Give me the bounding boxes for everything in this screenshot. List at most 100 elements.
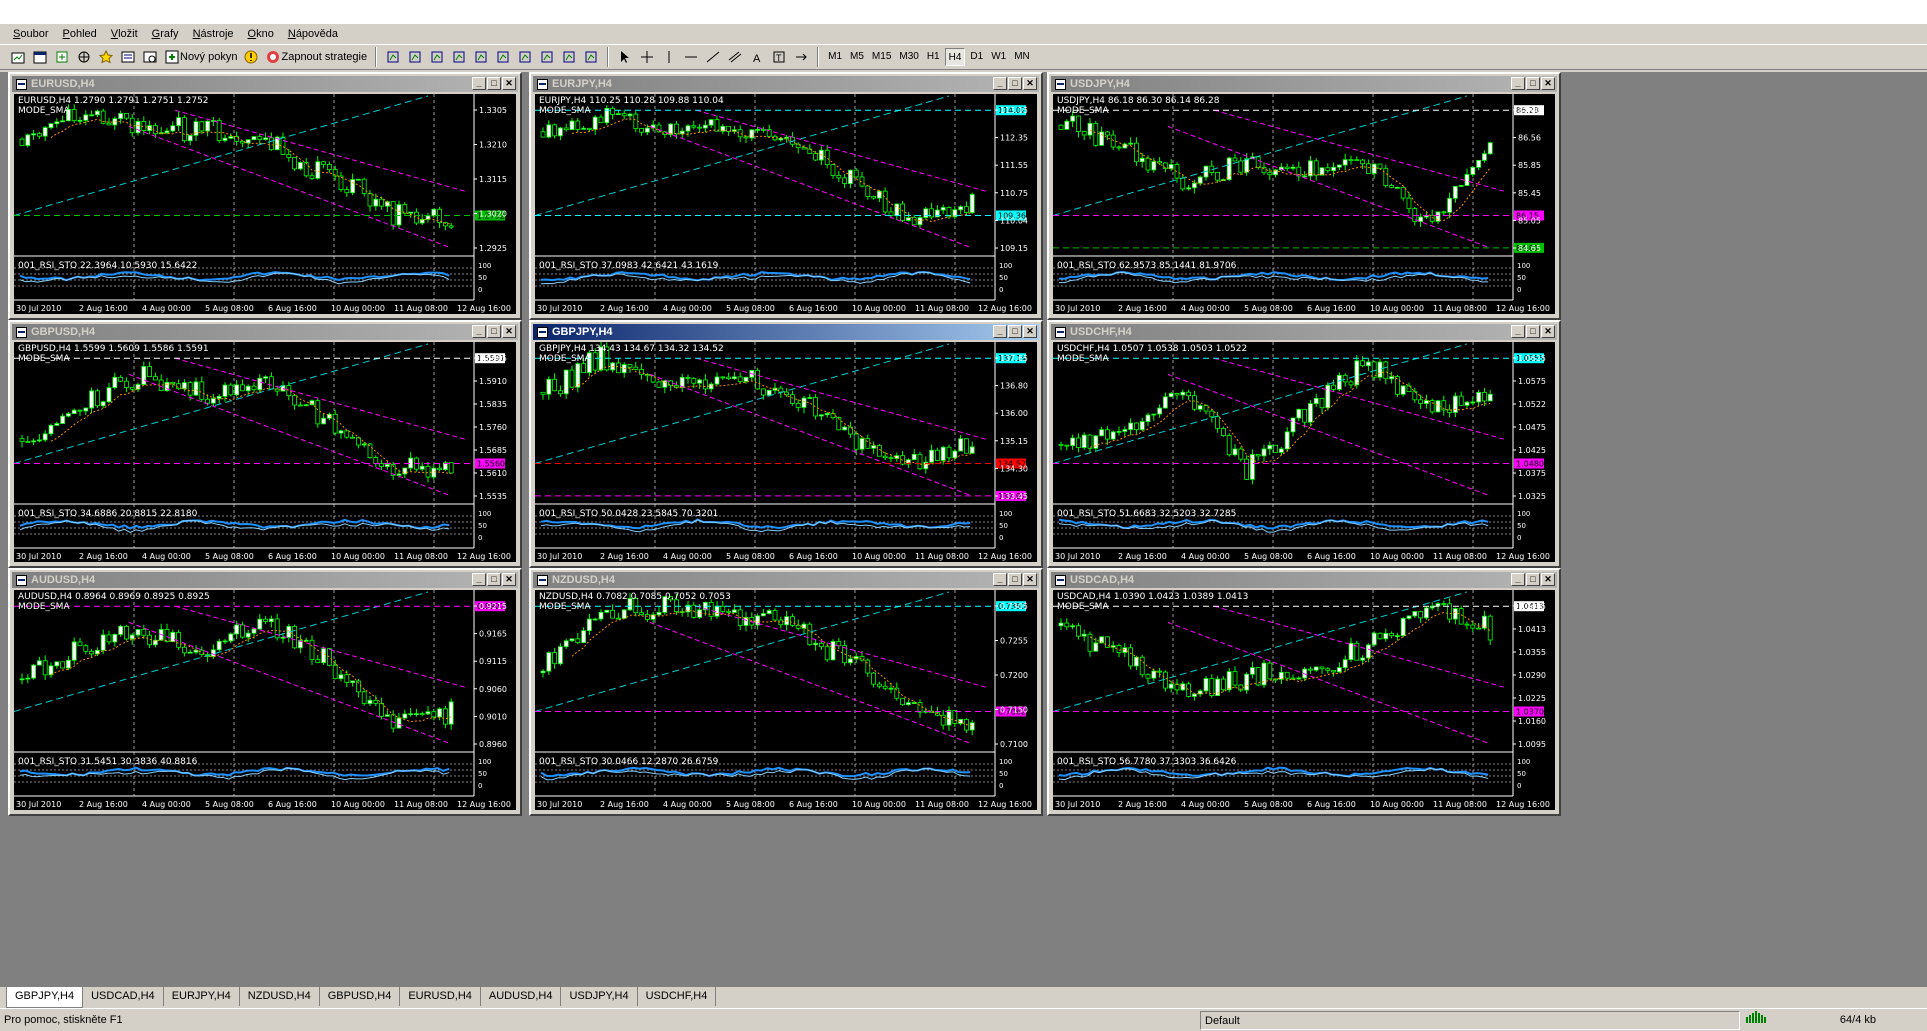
maximize-button[interactable]: □ bbox=[487, 573, 501, 586]
arrows-icon[interactable] bbox=[791, 47, 811, 67]
bar-chart-icon[interactable] bbox=[383, 47, 403, 67]
menu-item-4[interactable]: Nástroje bbox=[186, 25, 241, 43]
navigator-icon[interactable] bbox=[74, 47, 94, 67]
minimize-button[interactable]: _ bbox=[472, 573, 486, 586]
close-button[interactable]: ✕ bbox=[1023, 77, 1037, 90]
chart-window-audusd[interactable]: AUDUSD,H4 _ □ ✕ 0.8922 0.9215 0.9165 0.9115 0.90… bbox=[8, 568, 522, 816]
period-icon[interactable] bbox=[559, 47, 579, 67]
close-button[interactable]: ✕ bbox=[502, 325, 516, 338]
chart-title-bar[interactable]: EURJPY,H4 _ □ ✕ bbox=[533, 76, 1039, 92]
chart-tab[interactable]: USDCHF,H4 bbox=[638, 987, 717, 1006]
candle-chart-icon[interactable] bbox=[405, 47, 425, 67]
chart-canvas[interactable]: 1.5591 1.5560 1.5985 1.5910 1.5835 1.5760 1.56… bbox=[14, 342, 516, 562]
minimize-button[interactable]: _ bbox=[1511, 77, 1525, 90]
menu-item-0[interactable]: Soubor bbox=[6, 25, 55, 43]
timeframe-m5[interactable]: M5 bbox=[847, 48, 867, 66]
maximize-button[interactable]: □ bbox=[1526, 77, 1540, 90]
maximize-button[interactable]: □ bbox=[1526, 573, 1540, 586]
menu-item-2[interactable]: Vložit bbox=[104, 25, 145, 43]
maximize-button[interactable]: □ bbox=[1008, 325, 1022, 338]
chart-window-usdchf[interactable]: USDCHF,H4 _ □ ✕ 1.0555 1.0480 1.0625 1.0575 1.05… bbox=[1047, 320, 1561, 568]
templates-icon[interactable] bbox=[581, 47, 601, 67]
close-button[interactable]: ✕ bbox=[1023, 325, 1037, 338]
channel-icon[interactable] bbox=[725, 47, 745, 67]
timeframe-h4[interactable]: H4 bbox=[944, 48, 966, 66]
minimize-button[interactable]: _ bbox=[472, 325, 486, 338]
timeframe-mn[interactable]: MN bbox=[1011, 48, 1033, 66]
line-chart-icon[interactable] bbox=[427, 47, 447, 67]
maximize-button[interactable]: □ bbox=[1008, 573, 1022, 586]
chart-window-eurusd[interactable]: EURUSD,H4_□✕ 1.28201.27521.33051.32101.31… bbox=[8, 72, 522, 320]
minimize-button[interactable]: _ bbox=[1511, 325, 1525, 338]
maximize-button[interactable]: □ bbox=[1526, 325, 1540, 338]
chart-title-bar[interactable]: USDCAD,H4 _ □ ✕ bbox=[1051, 572, 1557, 588]
chart-window-gbpusd[interactable]: GBPUSD,H4 _ □ ✕ 1.5591 1.5560 1.5985 1.5910 1.58… bbox=[8, 320, 522, 568]
maximize-button[interactable]: □ bbox=[487, 77, 501, 90]
close-button[interactable]: ✕ bbox=[1023, 573, 1037, 586]
chart-canvas[interactable]: 114.02 109.36 113.15 112.35 111.55 110.75 110.… bbox=[535, 94, 1037, 314]
price-chart[interactable]: 114.02109.36113.15112.35111.55110.75110.… bbox=[535, 94, 1037, 314]
menu-item-1[interactable]: Pohled bbox=[55, 25, 103, 43]
text-label-icon[interactable]: T bbox=[769, 47, 789, 67]
timeframe-m15[interactable]: M15 bbox=[869, 48, 894, 66]
price-chart[interactable]: 86.2886.1584.8187.0086.5685.8585.4585.05… bbox=[1053, 94, 1555, 314]
profiles-icon[interactable] bbox=[30, 47, 50, 67]
chart-tab[interactable]: GBPJPY,H4 bbox=[6, 987, 84, 1008]
menu-item-6[interactable]: Nápověda bbox=[281, 25, 345, 43]
zoom-out-icon[interactable] bbox=[471, 47, 491, 67]
minimize-button[interactable]: _ bbox=[472, 77, 486, 90]
price-chart[interactable]: 137.14134.52132.92137.65136.80136.00135.… bbox=[535, 342, 1037, 562]
favorites-icon[interactable] bbox=[96, 47, 116, 67]
new-order-button[interactable]: Nový pokyn bbox=[162, 47, 239, 67]
cursor-icon[interactable] bbox=[615, 47, 635, 67]
close-button[interactable]: ✕ bbox=[1541, 325, 1555, 338]
chart-canvas[interactable]: 1.0413 1.0370 1.0485 1.0413 1.0355 1.0290 1.02… bbox=[1053, 590, 1555, 810]
chart-title-bar[interactable]: EURUSD,H4 _ □ ✕ bbox=[12, 76, 518, 92]
chart-window-usdcad[interactable]: USDCAD,H4 _ □ ✕ 1.0413 1.0370 1.0485 1.0413 1.03… bbox=[1047, 568, 1561, 816]
vertical-line-icon[interactable] bbox=[659, 47, 679, 67]
chart-title-bar[interactable]: NZDUSD,H4 _ □ ✕ bbox=[533, 572, 1039, 588]
close-button[interactable]: ✕ bbox=[1541, 77, 1555, 90]
price-chart[interactable]: 1.05551.04801.06251.05751.05221.04751.04… bbox=[1053, 342, 1555, 562]
autoscroll-icon[interactable] bbox=[493, 47, 513, 67]
chart-canvas[interactable]: 0.7350 0.7062 0.7305 0.7255 0.7200 0.7150 0.71… bbox=[535, 590, 1037, 810]
tester-icon[interactable] bbox=[140, 47, 160, 67]
start-strategy-button[interactable]: Zapnout strategie bbox=[263, 47, 369, 67]
terminal-icon[interactable] bbox=[118, 47, 138, 67]
minimize-button[interactable]: _ bbox=[993, 77, 1007, 90]
close-button[interactable]: ✕ bbox=[1541, 573, 1555, 586]
horizontal-line-icon[interactable] bbox=[681, 47, 701, 67]
text-icon[interactable]: A bbox=[747, 47, 767, 67]
timeframe-m30[interactable]: M30 bbox=[896, 48, 921, 66]
chart-title-bar[interactable]: USDCHF,H4 _ □ ✕ bbox=[1051, 324, 1557, 340]
chart-tab[interactable]: NZDUSD,H4 bbox=[240, 987, 320, 1006]
chart-tab[interactable]: EURJPY,H4 bbox=[164, 987, 240, 1006]
price-chart[interactable]: 0.89220.92150.91650.91150.90600.90100.89… bbox=[14, 590, 516, 810]
close-button[interactable]: ✕ bbox=[502, 573, 516, 586]
chart-canvas[interactable]: 1.28201.27521.33051.32101.31151.30201.29… bbox=[14, 94, 516, 314]
chart-canvas[interactable]: 86.28 86.15 84.81 87.00 86.56 85.85 85.45 85.05… bbox=[1053, 94, 1555, 314]
chart-tab[interactable]: USDCAD,H4 bbox=[83, 987, 164, 1006]
chart-window-gbpjpy[interactable]: GBPJPY,H4 _ □ ✕ 137.14 134.52 132.92 137.65 136.… bbox=[529, 320, 1043, 568]
maximize-button[interactable]: □ bbox=[1008, 77, 1022, 90]
maximize-button[interactable]: □ bbox=[487, 325, 501, 338]
price-chart[interactable]: 0.73500.70620.73050.72550.72000.71500.71… bbox=[535, 590, 1037, 810]
trendline-icon[interactable] bbox=[703, 47, 723, 67]
menu-item-3[interactable]: Grafy bbox=[145, 25, 186, 43]
market-watch-icon[interactable] bbox=[52, 47, 72, 67]
chart-window-usdjpy[interactable]: USDJPY,H4 _ □ ✕ 86.28 86.15 84.81 87.00 86.56 85.… bbox=[1047, 72, 1561, 320]
price-chart[interactable]: 1.04131.03701.04851.04131.03551.02901.02… bbox=[1053, 590, 1555, 810]
chart-title-bar[interactable]: GBPJPY,H4 _ □ ✕ bbox=[533, 324, 1039, 340]
chart-canvas[interactable]: 137.14 134.52 132.92 137.65 136.80 136.00 135.… bbox=[535, 342, 1037, 562]
timeframe-d1[interactable]: D1 bbox=[967, 48, 986, 66]
alert-icon[interactable] bbox=[241, 47, 261, 67]
price-chart[interactable]: 1.28201.27521.33051.32101.31151.30201.29… bbox=[14, 94, 516, 314]
menu-item-5[interactable]: Okno bbox=[241, 25, 281, 43]
timeframe-w1[interactable]: W1 bbox=[988, 48, 1009, 66]
close-button[interactable]: ✕ bbox=[502, 77, 516, 90]
chart-tab[interactable]: GBPUSD,H4 bbox=[320, 987, 401, 1006]
minimize-button[interactable]: _ bbox=[993, 573, 1007, 586]
minimize-button[interactable]: _ bbox=[993, 325, 1007, 338]
zoom-in-icon[interactable] bbox=[449, 47, 469, 67]
chart-tab[interactable]: USDJPY,H4 bbox=[561, 987, 638, 1006]
